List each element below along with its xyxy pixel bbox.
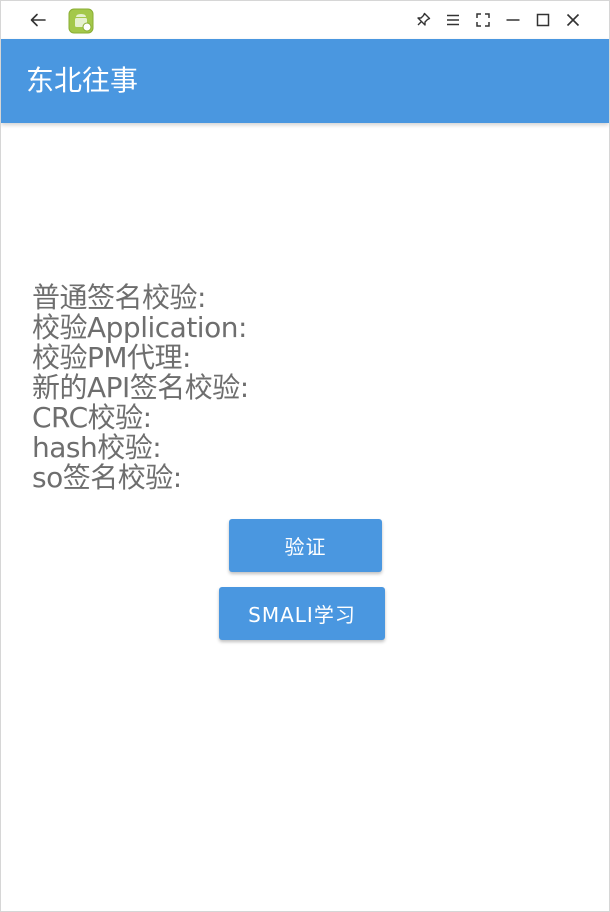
check-application: 校验Application:	[32, 311, 247, 344]
app-bar: 东北往事	[1, 39, 609, 123]
pin-button[interactable]	[413, 10, 433, 30]
arrow-left-icon	[30, 13, 46, 27]
check-new-api-signature: 新的API签名校验:	[32, 371, 249, 404]
app-title: 东北往事	[26, 64, 139, 97]
verify-button[interactable]: 验证	[229, 519, 382, 572]
android-app-icon	[68, 8, 94, 34]
back-button[interactable]	[28, 10, 48, 30]
check-result-list: 普通签名校验: 校验Application: 校验PM代理: 新的API签名校验…	[32, 283, 249, 493]
check-normal-signature: 普通签名校验:	[32, 281, 206, 314]
pin-icon	[417, 12, 431, 26]
title-bar	[1, 1, 609, 39]
close-icon	[566, 13, 580, 27]
menu-icon	[447, 14, 459, 26]
app-window: 东北往事 普通签名校验: 校验Application: 校验PM代理: 新的AP…	[0, 0, 610, 912]
minimize-button[interactable]	[503, 10, 523, 30]
close-button[interactable]	[563, 10, 583, 30]
maximize-icon	[536, 13, 550, 27]
check-hash: hash校验:	[32, 431, 162, 464]
check-pm-proxy: 校验PM代理:	[32, 341, 191, 374]
main-content: 普通签名校验: 校验Application: 校验PM代理: 新的API签名校验…	[1, 123, 609, 911]
smali-learn-button[interactable]: SMALI学习	[219, 587, 385, 640]
fullscreen-icon	[476, 13, 490, 27]
maximize-button[interactable]	[533, 10, 553, 30]
minimize-icon	[506, 19, 520, 21]
check-crc: CRC校验:	[32, 401, 152, 434]
check-so-signature: so签名校验:	[32, 461, 182, 494]
menu-button[interactable]	[443, 10, 463, 30]
fullscreen-button[interactable]	[473, 10, 493, 30]
